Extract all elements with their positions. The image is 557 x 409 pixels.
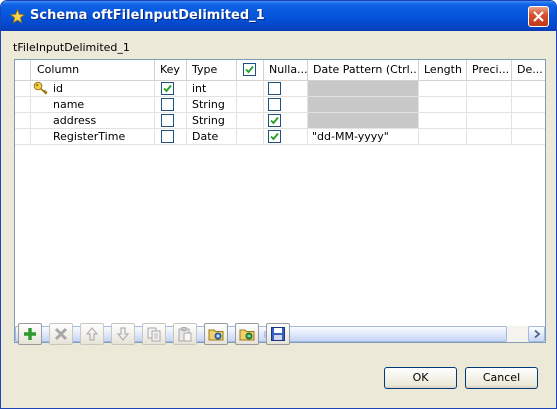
import-button[interactable] <box>204 323 228 345</box>
close-button[interactable] <box>528 6 549 27</box>
column-name-cell[interactable]: RegisterTime <box>31 129 155 145</box>
key-icon <box>33 81 48 95</box>
window-title: Schema oftFileInputDelimited_1 <box>30 8 265 23</box>
paste-icon <box>178 327 192 342</box>
schema-table: Column Key Type Nulla... Date Pattern (C… <box>14 59 546 343</box>
delete-icon <box>54 327 68 341</box>
table-row[interactable]: address String <box>15 113 545 129</box>
type-cell[interactable]: Date <box>187 129 237 145</box>
type-cell[interactable]: String <box>187 113 237 129</box>
component-name: tFileInputDelimited_1 <box>13 41 130 54</box>
cancel-button[interactable]: Cancel <box>465 367 538 389</box>
column-name-cell[interactable]: name <box>31 97 155 113</box>
header-default[interactable]: De... <box>512 60 545 80</box>
header-type[interactable]: Type <box>187 60 237 80</box>
precision-cell[interactable] <box>467 97 512 113</box>
column-name: address <box>53 114 97 127</box>
date-pattern-cell <box>308 113 419 129</box>
precision-cell[interactable] <box>467 81 512 97</box>
type-cell[interactable]: int <box>187 81 237 97</box>
table-header: Column Key Type Nulla... Date Pattern (C… <box>15 60 545 81</box>
table-row[interactable]: name String <box>15 97 545 113</box>
move-up-button[interactable] <box>80 323 104 345</box>
default-cell[interactable] <box>512 129 545 145</box>
date-pattern-cell <box>308 97 419 113</box>
nullable-checkbox[interactable] <box>268 114 281 127</box>
select-all-checkbox[interactable] <box>243 63 256 76</box>
scroll-right-button[interactable] <box>528 326 545 342</box>
default-cell[interactable] <box>512 113 545 129</box>
column-name: id <box>53 82 64 95</box>
checkmark-icon <box>163 84 172 93</box>
copy-button[interactable] <box>142 323 166 345</box>
length-cell[interactable] <box>419 129 467 145</box>
save-button[interactable] <box>266 323 290 345</box>
default-cell[interactable] <box>512 81 545 97</box>
length-cell[interactable] <box>419 81 467 97</box>
precision-cell[interactable] <box>467 113 512 129</box>
paste-button[interactable] <box>173 323 197 345</box>
key-checkbox[interactable] <box>161 82 174 95</box>
header-corner <box>15 60 31 80</box>
header-precision[interactable]: Preci... <box>467 60 512 80</box>
folder-export-icon <box>239 329 255 341</box>
remove-button[interactable] <box>49 323 73 345</box>
copy-icon <box>147 327 161 342</box>
title-bar[interactable]: Schema oftFileInputDelimited_1 <box>1 1 556 31</box>
key-checkbox[interactable] <box>161 130 174 143</box>
export-button[interactable] <box>235 323 259 345</box>
table-row[interactable]: id int <box>15 81 545 97</box>
length-cell[interactable] <box>419 97 467 113</box>
nullable-checkbox[interactable] <box>268 98 281 111</box>
precision-cell[interactable] <box>467 129 512 145</box>
save-icon <box>271 327 285 341</box>
length-cell[interactable] <box>419 113 467 129</box>
star-icon <box>10 9 25 24</box>
nullable-checkbox[interactable] <box>268 130 281 143</box>
chevron-right-icon <box>534 330 541 338</box>
add-button[interactable] <box>18 323 42 345</box>
date-pattern-cell <box>308 81 419 97</box>
header-length[interactable]: Length <box>419 60 467 80</box>
dialog-content: tFileInputDelimited_1 Column Key Type Nu… <box>4 31 553 405</box>
default-cell[interactable] <box>512 97 545 113</box>
column-name-cell[interactable]: id <box>31 81 155 97</box>
type-cell[interactable]: String <box>187 97 237 113</box>
table-row[interactable]: RegisterTime Date "dd-MM-yyyy" <box>15 129 545 145</box>
plus-icon <box>24 328 36 340</box>
header-column[interactable]: Column <box>31 60 155 80</box>
ok-button[interactable]: OK <box>384 367 457 389</box>
move-down-button[interactable] <box>111 323 135 345</box>
checkmark-icon <box>270 116 279 125</box>
column-name: name <box>53 98 85 111</box>
column-name: RegisterTime <box>53 130 126 143</box>
arrow-down-icon <box>116 327 130 341</box>
header-key[interactable]: Key <box>155 60 187 80</box>
header-nullable[interactable]: Nulla... <box>264 60 308 80</box>
schema-dialog: Schema oftFileInputDelimited_1 tFileInpu… <box>0 0 557 409</box>
nullable-checkbox[interactable] <box>268 82 281 95</box>
checkmark-icon <box>245 65 254 74</box>
folder-import-icon <box>208 329 224 341</box>
close-icon <box>533 11 544 22</box>
header-select-all[interactable] <box>237 60 264 80</box>
key-checkbox[interactable] <box>161 114 174 127</box>
date-pattern-cell[interactable]: "dd-MM-yyyy" <box>308 129 419 145</box>
key-checkbox[interactable] <box>161 98 174 111</box>
header-date-pattern[interactable]: Date Pattern (Ctrl... <box>308 60 419 80</box>
arrow-up-icon <box>85 327 99 341</box>
column-name-cell[interactable]: address <box>31 113 155 129</box>
checkmark-icon <box>270 132 279 141</box>
